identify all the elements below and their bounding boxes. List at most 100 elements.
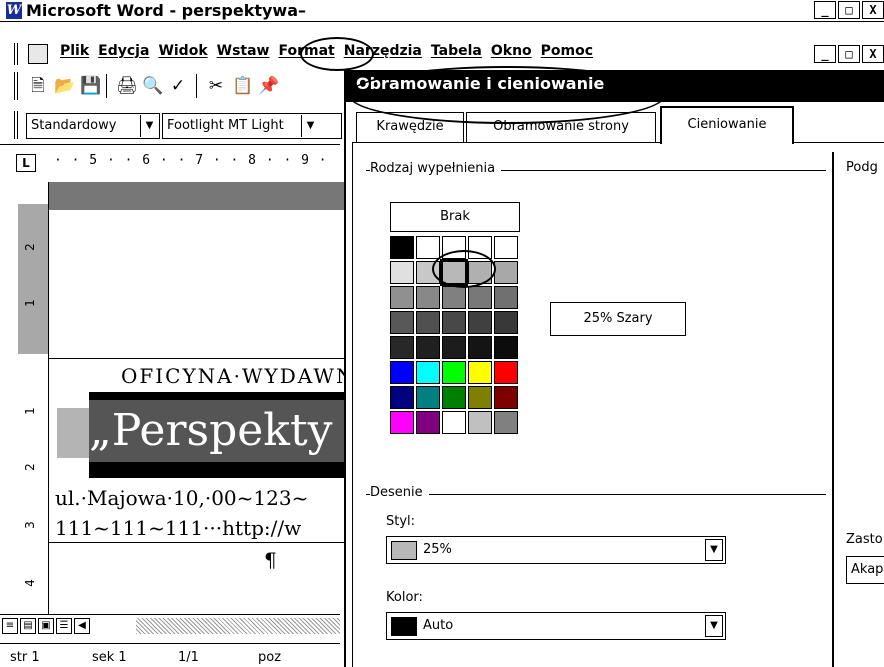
fill-swatch[interactable]: [390, 386, 414, 409]
font-combo[interactable]: Footlight MT Light ▼: [162, 113, 342, 139]
scrollbar-track[interactable]: [136, 618, 340, 634]
copy-icon[interactable]: 📋: [232, 76, 253, 96]
scroll-left-button[interactable]: ◀: [74, 618, 90, 634]
toolbar-grip[interactable]: [14, 111, 18, 139]
window-title: Microsoft Word - perspektywa–: [26, 1, 306, 20]
toolbar-separator: [106, 74, 107, 98]
status-section: sek 1: [92, 650, 127, 665]
menu-edycja[interactable]: Edycja: [98, 43, 149, 59]
menu-grip[interactable]: [14, 43, 18, 65]
fill-swatch[interactable]: [416, 286, 440, 309]
close-button[interactable]: X: [862, 1, 884, 19]
normal-view-button[interactable]: ≡: [2, 618, 18, 634]
horizontal-scrollbar: ≡ ▤ ▣ ☰ ◀: [0, 614, 340, 636]
fill-swatch[interactable]: [442, 311, 466, 334]
apply-to-select[interactable]: Akap: [846, 556, 884, 584]
fill-swatch[interactable]: [390, 261, 414, 284]
maximize-button[interactable]: □: [838, 1, 860, 19]
ruler-number: 2: [22, 463, 37, 471]
fill-swatch[interactable]: [494, 361, 518, 384]
fill-swatch[interactable]: [416, 311, 440, 334]
fill-swatch[interactable]: [390, 411, 414, 434]
page-view-button[interactable]: ▣: [38, 618, 54, 634]
fill-swatch[interactable]: [390, 361, 414, 384]
fill-swatch[interactable]: [494, 286, 518, 309]
ruler-number: 4: [22, 579, 37, 587]
fill-swatch[interactable]: [416, 236, 440, 259]
fill-swatch[interactable]: [468, 336, 492, 359]
fill-swatch[interactable]: [468, 411, 492, 434]
minimize-button[interactable]: _: [814, 1, 836, 19]
chevron-down-icon[interactable]: ▼: [705, 615, 723, 637]
doc-minimize-button[interactable]: _: [814, 45, 836, 63]
apply-to-value: Akap: [851, 562, 884, 577]
doc-maximize-button[interactable]: □: [838, 45, 860, 63]
fill-swatch[interactable]: [468, 311, 492, 334]
status-bar: str 1 sek 1 1/1 poz: [0, 643, 340, 667]
menu-okno[interactable]: Okno: [491, 43, 532, 59]
menu-pomoc[interactable]: Pomoc: [541, 43, 593, 59]
new-icon[interactable]: 🗎: [28, 76, 48, 96]
header-border: [49, 358, 345, 359]
fill-swatch[interactable]: [390, 311, 414, 334]
menu-tabela[interactable]: Tabela: [431, 43, 482, 59]
fill-swatch[interactable]: [494, 261, 518, 284]
fill-swatch[interactable]: [416, 411, 440, 434]
fill-swatch[interactable]: [390, 236, 414, 259]
toolbar-grip[interactable]: [14, 72, 18, 100]
perspektywa-banner-text: „Perspekty: [89, 400, 345, 462]
fill-swatch[interactable]: [416, 336, 440, 359]
menu-bar: Plik Edycja Widok Wstaw Format Narzędzia…: [0, 41, 884, 67]
style-select[interactable]: 25% ▼: [386, 536, 726, 564]
fill-swatch[interactable]: [442, 361, 466, 384]
gray-shape: [57, 408, 91, 458]
fill-swatch[interactable]: [390, 286, 414, 309]
menu-plik[interactable]: Plik: [60, 43, 89, 59]
menu-wstaw[interactable]: Wstaw: [217, 43, 270, 59]
color-select[interactable]: Auto ▼: [386, 612, 726, 640]
footer-border: [49, 542, 345, 543]
chevron-down-icon[interactable]: ▼: [301, 115, 319, 137]
tab-selector[interactable]: L: [16, 154, 36, 172]
fill-swatch[interactable]: [416, 386, 440, 409]
document-page[interactable]: OFICYNA·WYDAWN „Perspekty ul.·Majowa·10,…: [48, 182, 353, 614]
fill-swatch[interactable]: [442, 411, 466, 434]
fill-swatch[interactable]: [468, 386, 492, 409]
fill-swatch[interactable]: [442, 336, 466, 359]
print-icon[interactable]: 🖨: [116, 76, 138, 96]
header-band: [49, 182, 345, 210]
style-combo[interactable]: Standardowy ▼: [26, 113, 160, 139]
color-value: Auto: [423, 618, 454, 633]
outline-view-button[interactable]: ☰: [56, 618, 72, 634]
fill-swatch[interactable]: [494, 236, 518, 259]
web-view-button[interactable]: ▤: [20, 618, 36, 634]
fill-swatch[interactable]: [494, 411, 518, 434]
fill-swatch[interactable]: [468, 286, 492, 309]
open-icon[interactable]: 📂: [54, 76, 75, 96]
cut-icon[interactable]: ✂: [206, 76, 226, 96]
fill-swatch[interactable]: [494, 386, 518, 409]
chevron-down-icon[interactable]: ▼: [140, 115, 158, 137]
color-swatch: [391, 617, 417, 636]
fill-swatch[interactable]: [494, 311, 518, 334]
document-icon[interactable]: [28, 44, 48, 64]
fill-swatch[interactable]: [390, 336, 414, 359]
chevron-down-icon[interactable]: ▼: [705, 539, 723, 561]
selected-fill-label: 25% Szary: [550, 302, 686, 336]
fill-swatch[interactable]: [442, 286, 466, 309]
patterns-group-line: [366, 494, 826, 495]
save-icon[interactable]: 💾: [80, 76, 101, 96]
no-fill-button[interactable]: Brak: [390, 202, 520, 232]
fill-swatch[interactable]: [494, 336, 518, 359]
contact-line: 111~111~111···http://w: [55, 516, 302, 540]
annotation-ellipse-selected-swatch: [432, 250, 496, 288]
menu-widok[interactable]: Widok: [158, 43, 207, 59]
fill-swatch[interactable]: [468, 361, 492, 384]
print-preview-icon[interactable]: 🔍: [142, 76, 163, 96]
tab-cieniowanie[interactable]: Cieniowanie: [660, 106, 794, 144]
spelling-icon[interactable]: ✓: [168, 76, 188, 96]
fill-swatch[interactable]: [442, 386, 466, 409]
paste-icon[interactable]: 📌: [258, 76, 279, 96]
doc-close-button[interactable]: X: [862, 45, 884, 63]
fill-swatch[interactable]: [416, 361, 440, 384]
